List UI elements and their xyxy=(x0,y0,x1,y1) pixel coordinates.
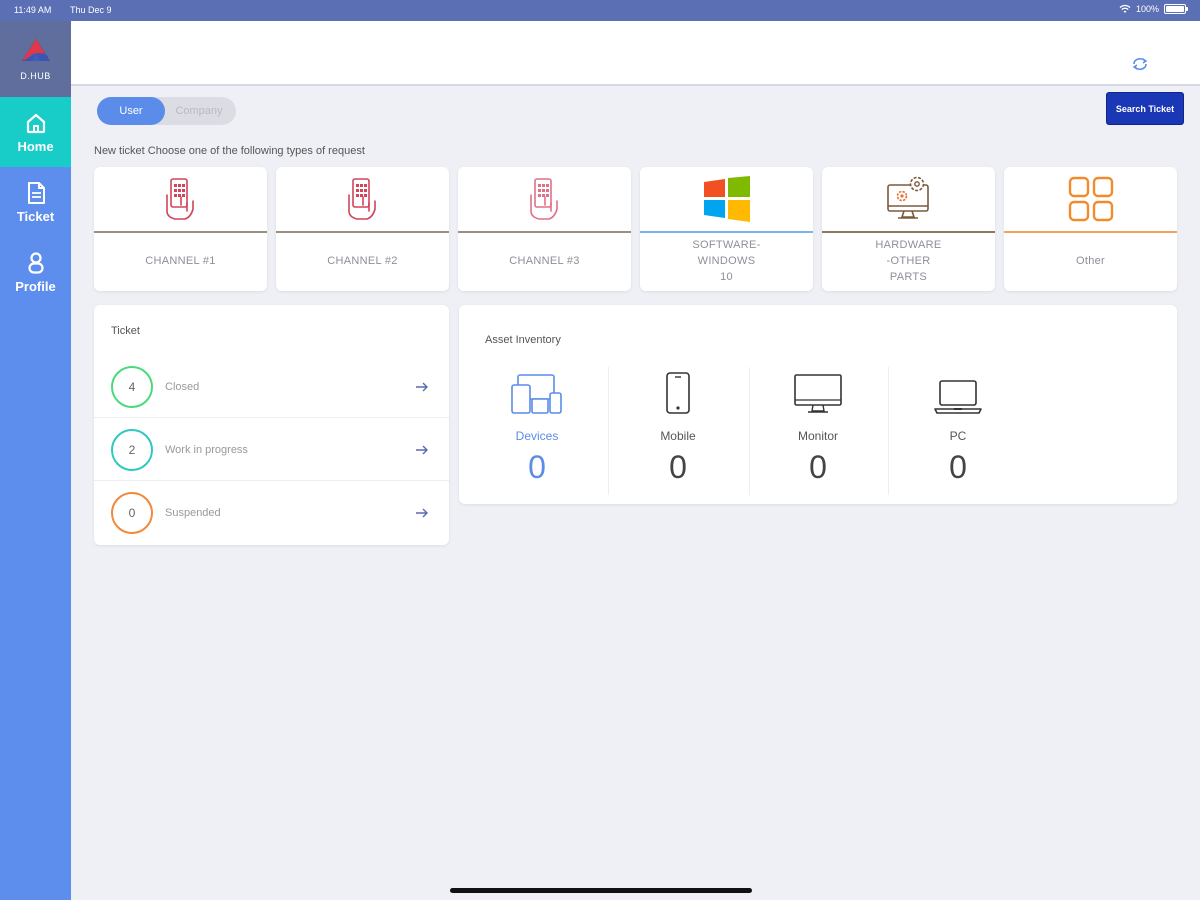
request-card-channel-2[interactable]: CHANNEL #2 xyxy=(276,167,449,291)
ticket-row-closed[interactable]: 4 Closed xyxy=(94,355,449,418)
request-card-label: CHANNEL #2 xyxy=(327,255,398,267)
asset-mobile[interactable]: Mobile 0 xyxy=(608,367,748,495)
request-card-label: SOFTWARE- WINDOWS 10 xyxy=(692,239,761,283)
search-ticket-button[interactable]: Search Ticket xyxy=(1106,92,1184,125)
toggle-option-user[interactable]: User xyxy=(97,97,165,125)
asset-count: 0 xyxy=(809,449,827,485)
request-card-label: Other xyxy=(1075,255,1105,267)
asset-panel-title: Asset Inventory xyxy=(485,334,561,346)
laptop-icon xyxy=(934,380,982,414)
app-logo-icon xyxy=(21,39,50,61)
request-type-cards: CHANNEL #1 CHANNEL #2 CHANNEL #3 SOFTWAR… xyxy=(94,167,1177,291)
request-card-software-windows[interactable]: SOFTWARE- WINDOWS 10 xyxy=(640,167,813,291)
sidebar-item-label: Home xyxy=(17,138,54,154)
asset-count: 0 xyxy=(528,449,546,485)
ticket-summary-panel: Ticket 4 Closed 2 Work in progress 0 Sus… xyxy=(94,305,449,545)
request-card-channel-1[interactable]: CHANNEL #1 xyxy=(94,167,267,291)
arrow-right-icon xyxy=(416,445,428,454)
grid-icon xyxy=(1068,176,1113,222)
hand-phone-icon xyxy=(347,178,376,220)
sidebar-item-label: Ticket xyxy=(16,208,55,224)
hand-phone-icon xyxy=(529,178,558,220)
sidebar-item-label: Profile xyxy=(15,278,56,294)
sidebar: D.HUB Home Ticket Profile xyxy=(0,21,71,900)
home-icon xyxy=(26,113,45,133)
request-card-label: CHANNEL #1 xyxy=(145,255,216,267)
asset-label: Mobile xyxy=(660,429,696,443)
count-badge: 4 xyxy=(111,365,153,408)
ticket-panel-title: Ticket xyxy=(111,325,140,337)
arrow-right-icon xyxy=(416,508,428,517)
sidebar-item-home[interactable]: Home xyxy=(0,97,71,167)
asset-inventory-panel: Asset Inventory Devices 0 Mobile 0 Monit… xyxy=(459,305,1177,504)
ticket-row-label: Work in progress xyxy=(165,443,248,456)
status-date: Thu Dec 9 xyxy=(70,5,112,15)
refresh-button[interactable] xyxy=(1130,54,1150,74)
app-name: D.HUB xyxy=(20,71,51,81)
request-card-hardware-parts[interactable]: HARDWARE -OTHER PARTS xyxy=(822,167,995,291)
wifi-icon xyxy=(1119,4,1131,13)
asset-monitor[interactable]: Monitor 0 xyxy=(748,367,888,495)
user-company-toggle[interactable]: User Company xyxy=(97,97,236,125)
status-right: 100% xyxy=(1119,4,1188,14)
home-indicator[interactable] xyxy=(450,888,752,893)
request-card-label: CHANNEL #3 xyxy=(509,255,580,267)
ticket-row-label: Closed xyxy=(165,380,200,393)
arrow-right-icon xyxy=(416,382,428,391)
user-icon xyxy=(27,251,44,274)
toggle-option-company[interactable]: Company xyxy=(165,97,233,125)
ticket-row-work-in-progress[interactable]: 2 Work in progress xyxy=(94,418,449,481)
new-ticket-prompt: New ticket Choose one of the following t… xyxy=(94,145,365,157)
header-bar xyxy=(71,21,1200,86)
request-card-other[interactable]: Other xyxy=(1004,167,1177,291)
document-icon xyxy=(27,181,45,204)
request-card-label: HARDWARE -OTHER PARTS xyxy=(875,239,942,283)
windows-icon xyxy=(703,176,750,222)
count-badge: 0 xyxy=(111,491,153,534)
devices-icon xyxy=(511,374,562,414)
ticket-row-label: Suspended xyxy=(165,506,221,519)
refresh-icon xyxy=(1132,57,1148,71)
status-time: 11:49 AM xyxy=(14,5,52,15)
hand-phone-icon xyxy=(165,178,194,220)
ticket-row-suspended[interactable]: 0 Suspended xyxy=(94,481,449,544)
asset-label: PC xyxy=(949,429,967,443)
monitor-icon xyxy=(794,374,842,413)
asset-devices[interactable]: Devices 0 xyxy=(467,367,607,495)
battery-icon xyxy=(1164,4,1188,14)
asset-pc[interactable]: PC 0 xyxy=(888,367,1028,495)
count-badge: 2 xyxy=(111,428,153,471)
battery-percent: 100% xyxy=(1135,4,1159,14)
sidebar-item-ticket[interactable]: Ticket xyxy=(0,167,71,237)
status-bar: 11:49 AM Thu Dec 9 100% xyxy=(0,0,1200,21)
asset-label: Devices xyxy=(515,429,559,443)
asset-count: 0 xyxy=(669,449,687,485)
request-card-channel-3[interactable]: CHANNEL #3 xyxy=(458,167,631,291)
mobile-icon xyxy=(666,372,690,414)
asset-label: Monitor xyxy=(797,429,838,443)
monitor-gears-icon xyxy=(886,176,929,219)
app-logo-area[interactable]: D.HUB xyxy=(0,21,71,97)
asset-count: 0 xyxy=(949,449,967,485)
sidebar-item-profile[interactable]: Profile xyxy=(0,237,71,307)
